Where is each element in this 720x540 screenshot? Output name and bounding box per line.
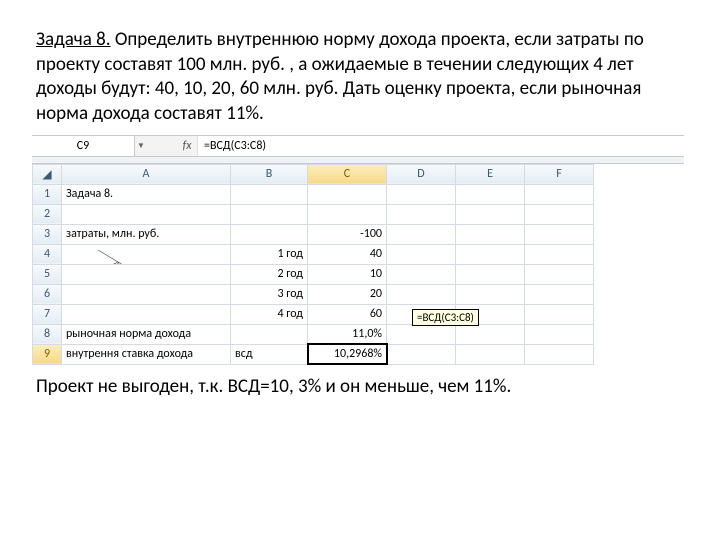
cell[interactable]: 11,0% [308,324,387,344]
cell[interactable] [387,284,456,304]
cell[interactable] [231,184,308,204]
cell[interactable]: Задача 8. [62,184,231,204]
cell[interactable]: затраты, млн. руб. [62,224,231,244]
cell[interactable] [62,284,231,304]
cell[interactable]: 4 год [231,304,308,324]
cell[interactable]: 40 [308,244,387,264]
col-header-D[interactable]: D [387,164,456,184]
cell[interactable]: 1 год [231,244,308,264]
cell[interactable] [387,344,456,364]
row-header[interactable]: 7 [33,304,62,324]
cell[interactable] [525,264,594,284]
row-header[interactable]: 5 [33,264,62,284]
table-row: 5 2 год 10 [33,264,594,284]
cell[interactable] [525,244,594,264]
table-row: 1 Задача 8. [33,184,594,204]
cell[interactable] [525,284,594,304]
cell[interactable] [525,304,594,324]
cell[interactable] [456,244,525,264]
col-header-E[interactable]: E [456,164,525,184]
row-header[interactable]: 6 [33,284,62,304]
cell[interactable]: 10 [308,264,387,284]
formula-input[interactable]: =ВСД(C3:C8) [197,136,684,156]
conclusion-text: Проект не выгоден, т.к. ВСД=10, 3% и он … [36,375,684,400]
cell[interactable] [525,324,594,344]
cell[interactable]: 3 год [231,284,308,304]
row-header[interactable]: 4 [33,244,62,264]
cell[interactable] [308,204,387,224]
cells-grid[interactable]: ◢ A B C D E F 1 Задача 8. 2 3 [32,164,594,365]
cell[interactable] [456,284,525,304]
problem-label: Задача 8. [36,28,111,51]
cell[interactable] [387,184,456,204]
cell[interactable] [387,204,456,224]
cell[interactable]: рыночная норма дохода [62,324,231,344]
cell[interactable]: доходы, млн. руб. [62,244,231,264]
table-row: 6 3 год 20 [33,284,594,304]
cell[interactable] [525,184,594,204]
row-header[interactable]: 9 [33,344,62,364]
cell[interactable] [525,344,594,364]
cell[interactable] [387,224,456,244]
formula-tooltip: =ВСД(C3:C8) [412,309,479,326]
col-header-C[interactable]: C [308,164,387,184]
cell[interactable] [62,204,231,224]
fx-icon[interactable]: fx [177,139,197,153]
table-row: 8 рыночная норма дохода 11,0% [33,324,594,344]
col-header-B[interactable]: B [231,164,308,184]
cell[interactable] [456,224,525,244]
cell[interactable] [387,264,456,284]
cell[interactable] [525,224,594,244]
cell[interactable] [456,204,525,224]
name-box-dropdown-icon[interactable]: ▼ [135,141,147,151]
row-header[interactable]: 1 [33,184,62,204]
cell[interactable] [62,304,231,324]
table-row: 7 4 год 60 [33,304,594,324]
cell[interactable] [308,184,387,204]
cell[interactable]: 60 [308,304,387,324]
active-cell[interactable]: 10,2968% [308,344,387,364]
spreadsheet: C9 ▼ fx =ВСД(C3:C8) ◢ A B C D E F 1 Зада… [32,135,684,365]
cell[interactable]: внутрення ставка дохода [62,344,231,364]
row-header[interactable]: 3 [33,224,62,244]
table-row: 3 затраты, млн. руб. -100 [33,224,594,244]
cell[interactable] [62,264,231,284]
formula-bar: C9 ▼ fx =ВСД(C3:C8) [32,135,684,157]
cell[interactable] [456,324,525,344]
cell[interactable] [456,344,525,364]
table-row: 2 [33,204,594,224]
row-header[interactable]: 8 [33,324,62,344]
cell[interactable]: 2 год [231,264,308,284]
cell[interactable]: 20 [308,284,387,304]
col-header-F[interactable]: F [525,164,594,184]
cell[interactable] [231,224,308,244]
select-all-corner[interactable]: ◢ [33,164,62,184]
cell[interactable]: -100 [308,224,387,244]
cell[interactable] [387,324,456,344]
cell[interactable] [456,184,525,204]
problem-statement: Задача 8. Определить внутреннюю норму до… [36,28,684,127]
cell[interactable] [387,244,456,264]
problem-body: Определить внутреннюю норму дохода проек… [36,28,644,125]
cell[interactable] [456,264,525,284]
cell[interactable]: всд [231,344,308,364]
table-row: 9 внутрення ставка дохода всд 10,2968% [33,344,594,364]
cell[interactable] [231,324,308,344]
col-header-A[interactable]: A [62,164,231,184]
cell[interactable] [231,204,308,224]
cell[interactable] [525,204,594,224]
name-box[interactable]: C9 [32,136,135,156]
row-header[interactable]: 2 [33,204,62,224]
table-row: 4 доходы, млн. руб. 1 год 40 [33,244,594,264]
